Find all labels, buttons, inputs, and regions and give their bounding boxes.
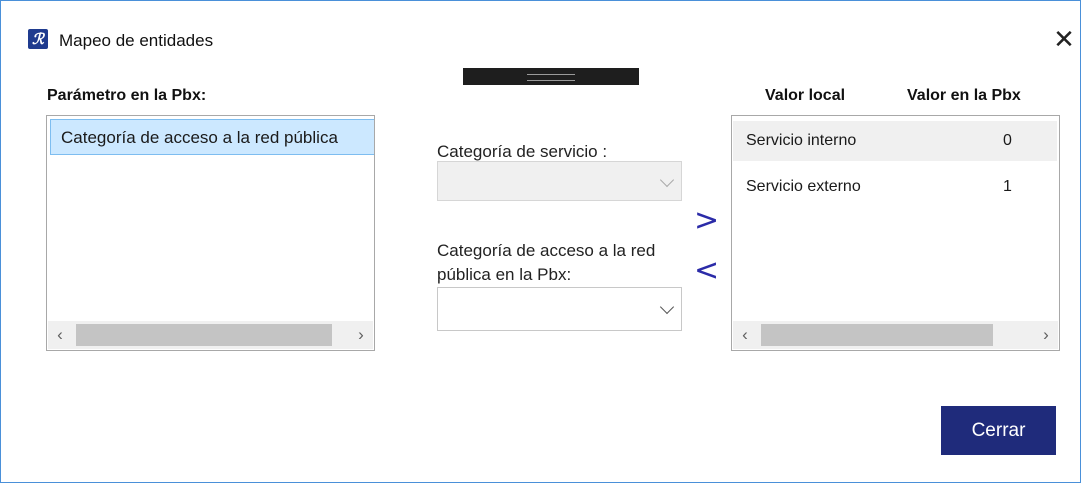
- table-row[interactable]: Servicio interno 0: [733, 121, 1057, 161]
- scroll-right-icon[interactable]: ›: [349, 321, 373, 349]
- horizontal-scrollbar[interactable]: ‹ ›: [48, 321, 373, 349]
- scroll-right-icon[interactable]: ›: [1034, 321, 1058, 349]
- close-icon[interactable]: ✕: [1051, 26, 1077, 53]
- window-title: Mapeo de entidades: [59, 31, 214, 50]
- chevron-down-icon: [659, 172, 675, 188]
- table-row[interactable]: Servicio externo 1: [733, 167, 1057, 207]
- local-value-cell: Servicio externo: [746, 178, 861, 195]
- title-bar: ℛ Mapeo de entidades ✕: [1, 1, 1080, 52]
- splitter-handle[interactable]: [463, 68, 639, 85]
- parameter-list[interactable]: Categoría de acceso a la red pública ‹ ›: [46, 115, 375, 351]
- mapping-table[interactable]: Servicio interno 0 Servicio externo 1 ‹ …: [731, 115, 1060, 351]
- scrollbar-thumb[interactable]: [761, 324, 993, 346]
- pbx-access-label-line1: Categoría de acceso a la red: [437, 241, 656, 260]
- service-category-select[interactable]: [437, 161, 682, 201]
- dialog-window: ℛ Mapeo de entidades ✕ Parámetro en la P…: [0, 0, 1081, 483]
- pbx-value-cell: 0: [1003, 132, 1012, 149]
- local-value-cell: Servicio interno: [746, 132, 857, 149]
- service-category-label: Categoría de servicio :: [437, 142, 608, 161]
- column-header-pbx: Valor en la Pbx: [907, 87, 1021, 104]
- column-header-local: Valor local: [765, 87, 846, 104]
- close-button[interactable]: Cerrar: [941, 406, 1056, 455]
- move-right-button[interactable]: >: [694, 206, 719, 236]
- parameter-heading: Parámetro en la Pbx:: [47, 87, 207, 104]
- scrollbar-thumb[interactable]: [76, 324, 332, 346]
- scroll-left-icon[interactable]: ‹: [48, 321, 72, 349]
- pbx-value-cell: 1: [1003, 178, 1012, 195]
- scroll-left-icon[interactable]: ‹: [733, 321, 757, 349]
- chevron-down-icon: [659, 299, 675, 315]
- app-logo-icon: ℛ: [28, 29, 48, 49]
- grip-icon: [527, 74, 575, 81]
- pbx-access-label-line2: pública en la Pbx:: [437, 265, 572, 284]
- list-item[interactable]: Categoría de acceso a la red pública: [50, 119, 374, 155]
- horizontal-scrollbar[interactable]: ‹ ›: [733, 321, 1058, 349]
- move-left-button[interactable]: <: [694, 256, 719, 286]
- pbx-access-select[interactable]: [437, 287, 682, 331]
